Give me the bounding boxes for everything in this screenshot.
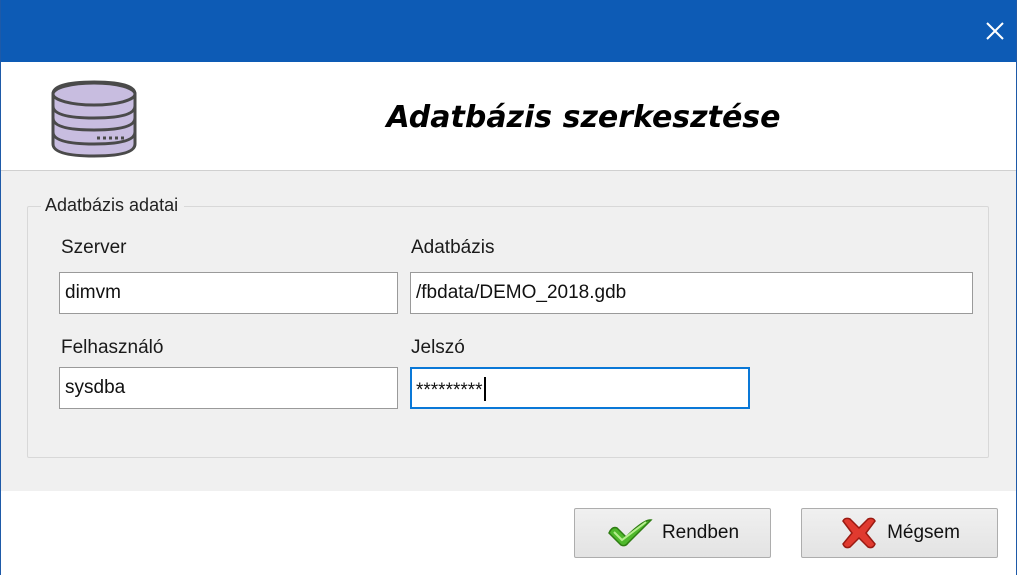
password-value: ********* bbox=[416, 380, 483, 401]
server-input[interactable]: dimvm bbox=[59, 272, 398, 314]
user-input[interactable]: sysdba bbox=[59, 367, 398, 409]
form-area: Adatbázis adatai Szerver dimvm Adatbázis… bbox=[1, 171, 1016, 491]
database-label: Adatbázis bbox=[411, 237, 495, 258]
close-icon bbox=[986, 22, 1004, 40]
ok-button[interactable]: Rendben bbox=[574, 508, 771, 558]
close-button[interactable] bbox=[982, 18, 1008, 44]
text-caret bbox=[483, 377, 486, 401]
cross-icon bbox=[842, 517, 876, 549]
database-input[interactable]: /fbdata/DEMO_2018.gdb bbox=[410, 272, 973, 314]
server-label: Szerver bbox=[61, 237, 127, 258]
database-icon bbox=[51, 80, 137, 158]
database-groupbox bbox=[27, 206, 989, 458]
cancel-button[interactable]: Mégsem bbox=[801, 508, 998, 558]
ok-button-label: Rendben bbox=[661, 522, 740, 543]
dialog-window: Adatbázis szerkesztése Adatbázis adatai … bbox=[0, 0, 1017, 575]
dialog-header: Adatbázis szerkesztése bbox=[1, 62, 1016, 171]
title-bar[interactable] bbox=[1, 0, 1016, 62]
user-label: Felhasználó bbox=[61, 337, 164, 358]
cancel-button-label: Mégsem bbox=[887, 522, 960, 543]
groupbox-legend: Adatbázis adatai bbox=[41, 195, 185, 216]
dialog-title: Adatbázis szerkesztése bbox=[386, 100, 781, 135]
dialog-footer: Rendben Mégsem bbox=[1, 491, 1016, 575]
checkmark-icon bbox=[608, 519, 653, 547]
password-input[interactable]: ********* bbox=[410, 367, 750, 409]
password-label: Jelszó bbox=[411, 337, 465, 358]
